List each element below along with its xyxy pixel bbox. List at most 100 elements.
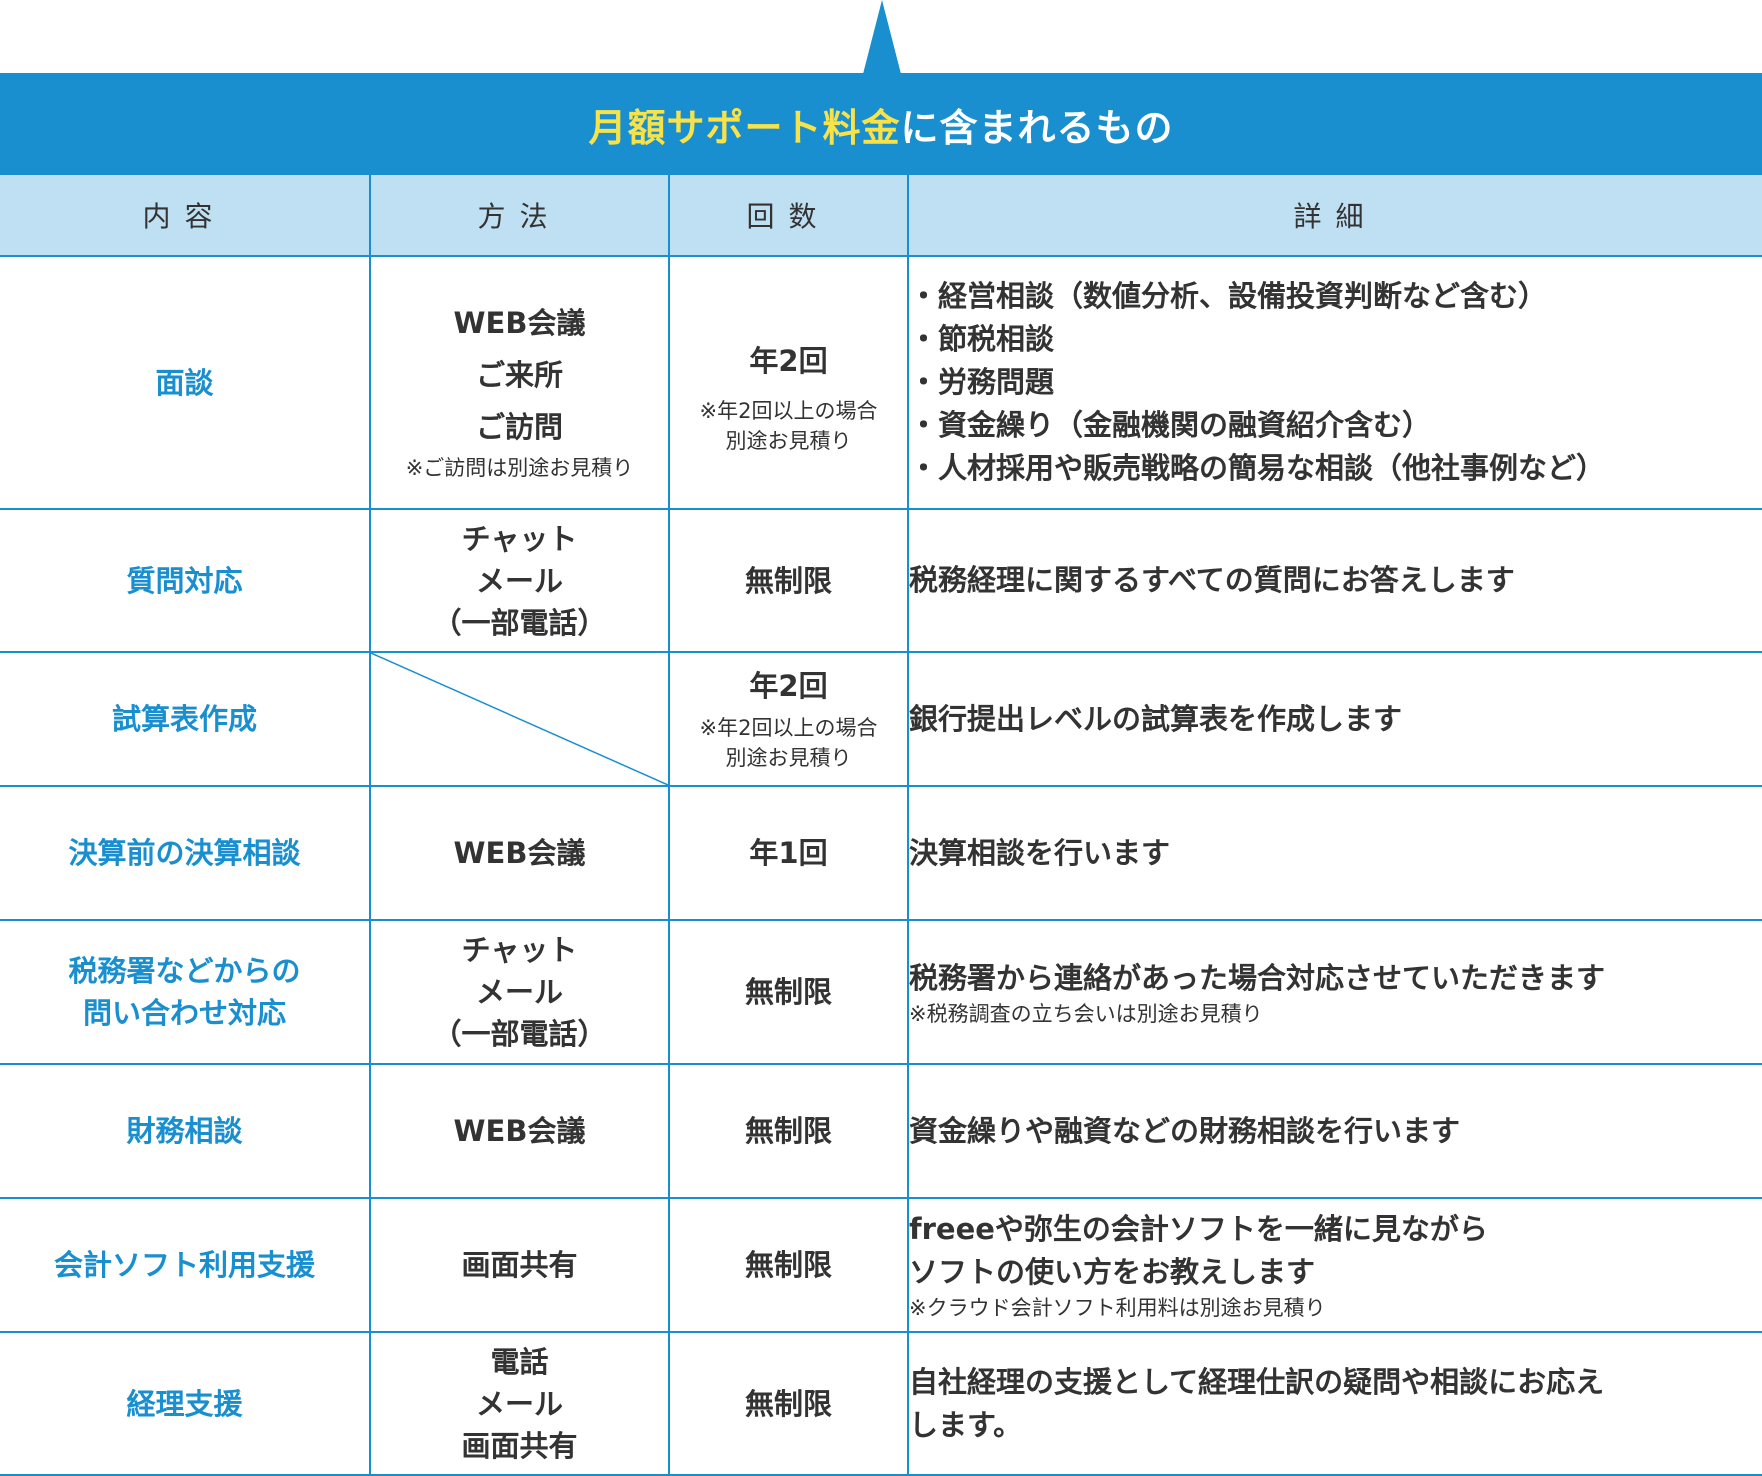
count-value: 年2回 (749, 343, 828, 378)
banner-pointer (863, 0, 901, 74)
method-line: WEB会議 (453, 1114, 586, 1148)
method-line: チャット (461, 933, 578, 967)
detail-line: 税務署から連絡があった場合対応させていただきます (909, 960, 1606, 995)
method-line: （一部電話） (432, 605, 607, 640)
detail-line: freeeや弥生の会計ソフトを一緒に見ながら (909, 1212, 1488, 1246)
item-cell: 会計ソフト利用支援 (0, 1197, 371, 1333)
detail-line: 税務経理に関するすべての質問にお答えします (909, 563, 1515, 597)
item-cell: 試算表作成 (0, 651, 371, 787)
detail-cell: 税務署から連絡があった場合対応させていただきます ※税務調査の立ち会いは別途お見… (907, 919, 1762, 1065)
item-label: 税務署などからの (68, 954, 301, 988)
detail-cell: 決算相談を行います (907, 785, 1762, 921)
count-note: 別途お見積り (725, 746, 852, 770)
count-value: 年2回 (749, 669, 828, 703)
count-cell: 年2回 ※年2回以上の場合 別途お見積り (668, 651, 909, 787)
item-label: 問い合わせ対応 (82, 996, 286, 1030)
count-note: 別途お見積り (725, 428, 852, 453)
count-cell: 無制限 (668, 919, 909, 1065)
table-row: 試算表作成 年2回 ※年2回以上の場合 別途お見積り 銀行提出レベルの試算表を作… (0, 651, 1762, 787)
method-cell: 画面共有 (369, 1197, 670, 1333)
support-table: 内容 方法 回数 詳細 面談 WEB会議 ご来所 ご訪問 ※ご訪問は別途お見積り… (0, 175, 1762, 1476)
detail-line: ・節税相談 (909, 322, 1055, 356)
detail-cell: 税務経理に関するすべての質問にお答えします (907, 508, 1762, 653)
count-cell: 無制限 (668, 1197, 909, 1333)
count-value: 無制限 (744, 1248, 832, 1282)
method-cell: WEB会議 (369, 1063, 670, 1199)
detail-line: 決算相談を行います (909, 835, 1171, 870)
method-note: ※ご訪問は別途お見積り (405, 455, 634, 480)
header-count: 回数 (668, 175, 909, 257)
header-content: 内容 (0, 175, 371, 257)
detail-note: ※税務調査の立ち会いは別途お見積り (909, 1001, 1263, 1026)
detail-line: 自社経理の支援として経理仕訳の疑問や相談にお応え (909, 1364, 1605, 1399)
table-row: 税務署などからの 問い合わせ対応 チャット メール （一部電話） 無制限 税務署… (0, 919, 1762, 1065)
detail-line: 資金繰りや融資などの財務相談を行います (909, 1113, 1461, 1148)
method-line: WEB会議 (453, 305, 586, 340)
count-cell: 無制限 (668, 508, 909, 653)
method-line: ご来所 (475, 357, 563, 392)
detail-line: ・労務問題 (909, 365, 1055, 399)
method-cell: 電話 メール 画面共有 (369, 1331, 670, 1476)
item-label: 会計ソフト利用支援 (53, 1248, 315, 1282)
detail-line: ・資金繰り（金融機関の融資紹介含む） (909, 408, 1432, 442)
table-row: 経理支援 電話 メール 画面共有 無制限 自社経理の支援として経理仕訳の疑問や相… (0, 1331, 1762, 1476)
count-cell: 年2回 ※年2回以上の場合 別途お見積り (668, 255, 909, 510)
detail-cell: 銀行提出レベルの試算表を作成します (907, 651, 1762, 787)
item-label: 質問対応 (126, 563, 243, 598)
method-line: 画面共有 (461, 1248, 578, 1282)
table-row: 質問対応 チャット メール （一部電話） 無制限 税務経理に関するすべての質問に… (0, 508, 1762, 653)
method-line: 画面共有 (461, 1428, 578, 1463)
count-value: 無制限 (744, 1386, 832, 1421)
detail-note: ※クラウド会計ソフト利用料は別途お見積り (909, 1296, 1326, 1320)
detail-line: ソフトの使い方をお教えします (909, 1255, 1316, 1289)
method-line: 電話 (490, 1344, 549, 1379)
detail-cell: ・経営相談（数値分析、設備投資判断など含む） ・節税相談 ・労務問題 ・資金繰り… (907, 255, 1762, 510)
table-title-banner: 月額サポート料金 に含まれるもの (0, 73, 1762, 175)
detail-line: 銀行提出レベルの試算表を作成します (909, 701, 1403, 736)
header-row: 内容 方法 回数 詳細 (0, 175, 1762, 257)
method-line: チャット (461, 521, 578, 556)
item-label: 経理支援 (126, 1386, 243, 1421)
count-value: 無制限 (744, 1114, 832, 1148)
method-line: メール (475, 563, 563, 598)
method-line: ご訪問 (475, 409, 563, 444)
item-label: 財務相談 (126, 1114, 243, 1148)
detail-cell: 自社経理の支援として経理仕訳の疑問や相談にお応え します。 (907, 1331, 1762, 1476)
table-row: 会計ソフト利用支援 画面共有 無制限 freeeや弥生の会計ソフトを一緒に見なが… (0, 1197, 1762, 1333)
count-note: ※年2回以上の場合 (699, 398, 878, 423)
item-label: 決算前の決算相談 (68, 836, 301, 870)
method-cell: WEB会議 (369, 785, 670, 921)
count-cell: 無制限 (668, 1063, 909, 1199)
item-cell: 面談 (0, 255, 371, 510)
title-rest: に含まれるもの (900, 105, 1174, 150)
detail-line: します。 (909, 1407, 1023, 1442)
table-row: 面談 WEB会議 ご来所 ご訪問 ※ご訪問は別途お見積り 年2回 ※年2回以上の… (0, 255, 1762, 510)
header-method: 方法 (369, 175, 670, 257)
detail-line: ・経営相談（数値分析、設備投資判断など含む） (909, 279, 1548, 313)
detail-cell: freeeや弥生の会計ソフトを一緒に見ながら ソフトの使い方をお教えします ※ク… (907, 1197, 1762, 1333)
table-row: 財務相談 WEB会議 無制限 資金繰りや融資などの財務相談を行います (0, 1063, 1762, 1199)
item-cell: 財務相談 (0, 1063, 371, 1199)
method-line: メール (475, 1386, 563, 1421)
count-cell: 無制限 (668, 1331, 909, 1476)
count-value: 無制限 (744, 563, 832, 598)
method-cell-empty (369, 651, 670, 787)
method-line: メール (475, 975, 563, 1009)
diagonal-slash (371, 653, 668, 785)
item-cell: 税務署などからの 問い合わせ対応 (0, 919, 371, 1065)
count-note: ※年2回以上の場合 (699, 716, 878, 740)
header-detail: 詳細 (907, 175, 1762, 257)
method-line: （一部電話） (432, 1017, 607, 1051)
count-value: 無制限 (744, 975, 832, 1009)
detail-cell: 資金繰りや融資などの財務相談を行います (907, 1063, 1762, 1199)
method-cell: チャット メール （一部電話） (369, 919, 670, 1065)
table-row: 決算前の決算相談 WEB会議 年1回 決算相談を行います (0, 785, 1762, 921)
count-cell: 年1回 (668, 785, 909, 921)
detail-line: ・人材採用や販売戦略の簡易な相談（他社事例など） (909, 451, 1606, 485)
item-cell: 質問対応 (0, 508, 371, 653)
count-value: 年1回 (749, 836, 828, 870)
method-cell: チャット メール （一部電話） (369, 508, 670, 653)
item-cell: 決算前の決算相談 (0, 785, 371, 921)
item-cell: 経理支援 (0, 1331, 371, 1476)
item-label: 面談 (155, 365, 214, 400)
